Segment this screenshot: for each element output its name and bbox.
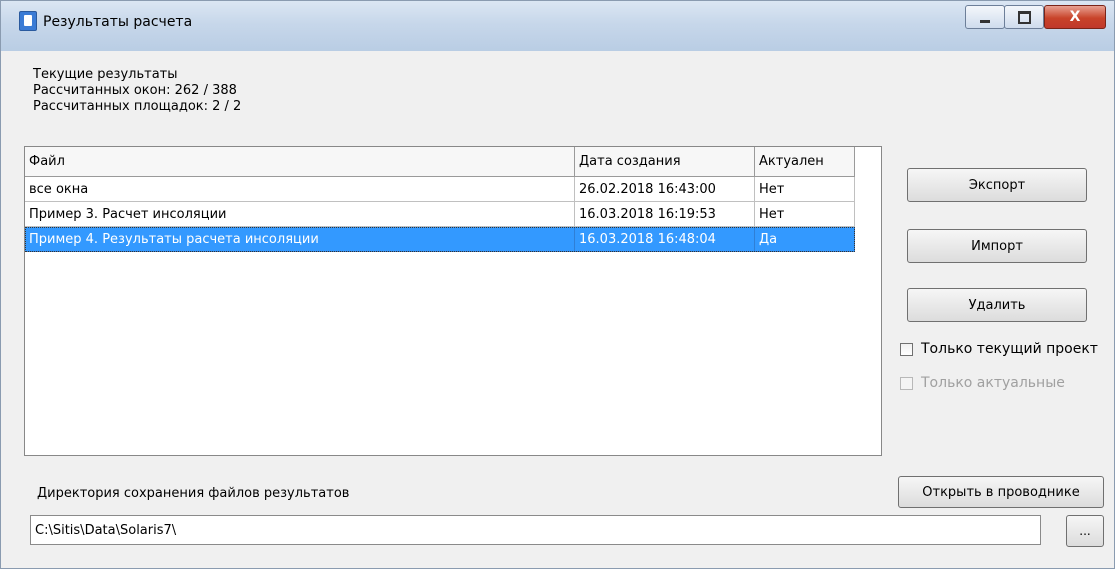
column-header-actual[interactable]: Актуален	[755, 147, 855, 177]
maximize-button[interactable]	[1004, 5, 1044, 29]
app-icon	[19, 11, 37, 31]
cell-actual: Нет	[755, 202, 855, 227]
current-results-info: Текущие результаты Рассчитанных окон: 26…	[33, 67, 241, 115]
title-bar[interactable]: Результаты расчета X	[1, 1, 1114, 51]
actions-panel: Экспорт Импорт Удалить Только текущий пр…	[883, 146, 1115, 456]
results-window: Результаты расчета X Текущие результаты …	[0, 0, 1115, 569]
table-row[interactable]: все окна 26.02.2018 16:43:00 Нет	[25, 177, 855, 202]
column-header-date[interactable]: Дата создания	[575, 147, 755, 177]
cell-date: 16.03.2018 16:48:04	[575, 227, 755, 252]
info-heading: Текущие результаты	[33, 67, 178, 82]
only-actual-checkbox: Только актуальные	[900, 375, 1065, 391]
cell-file: все окна	[25, 177, 575, 202]
cell-file: Пример 3. Расчет инсоляции	[25, 202, 575, 227]
checkbox-label: Только актуальные	[921, 375, 1065, 391]
cell-file: Пример 4. Результаты расчета инсоляции	[25, 227, 575, 252]
cell-date: 26.02.2018 16:43:00	[575, 177, 755, 202]
cell-date: 16.03.2018 16:19:53	[575, 202, 755, 227]
maximize-icon	[1017, 10, 1031, 24]
column-header-file[interactable]: Файл	[25, 147, 575, 177]
close-button[interactable]: X	[1044, 5, 1106, 29]
delete-button[interactable]: Удалить	[907, 288, 1087, 322]
checkbox-label: Только текущий проект	[921, 341, 1098, 357]
minimize-icon	[980, 19, 990, 23]
checkbox-box[interactable]	[900, 342, 913, 356]
cell-actual: Нет	[755, 177, 855, 202]
windows-count: Рассчитанных окон: 262 / 388	[33, 83, 237, 98]
only-current-project-checkbox[interactable]: Только текущий проект	[900, 341, 1098, 357]
table-row[interactable]: Пример 3. Расчет инсоляции 16.03.2018 16…	[25, 202, 855, 227]
table-header: Файл Дата создания Актуален	[25, 147, 855, 177]
save-directory-input[interactable]	[30, 515, 1041, 545]
save-directory-label: Директория сохранения файлов результатов	[37, 486, 350, 501]
sites-count: Рассчитанных площадок: 2 / 2	[33, 99, 242, 114]
open-in-explorer-button[interactable]: Открыть в проводнике	[898, 476, 1104, 508]
import-button[interactable]: Импорт	[907, 229, 1087, 263]
cell-actual: Да	[755, 227, 855, 252]
window-title: Результаты расчета	[43, 14, 193, 30]
close-icon: X	[1069, 9, 1081, 25]
results-table[interactable]: Файл Дата создания Актуален все окна 26.…	[24, 146, 882, 456]
browse-button[interactable]: ...	[1066, 515, 1104, 547]
table-row-selected[interactable]: Пример 4. Результаты расчета инсоляции 1…	[25, 227, 855, 252]
minimize-button[interactable]	[965, 5, 1005, 29]
export-button[interactable]: Экспорт	[907, 168, 1087, 202]
checkbox-box	[900, 376, 913, 390]
